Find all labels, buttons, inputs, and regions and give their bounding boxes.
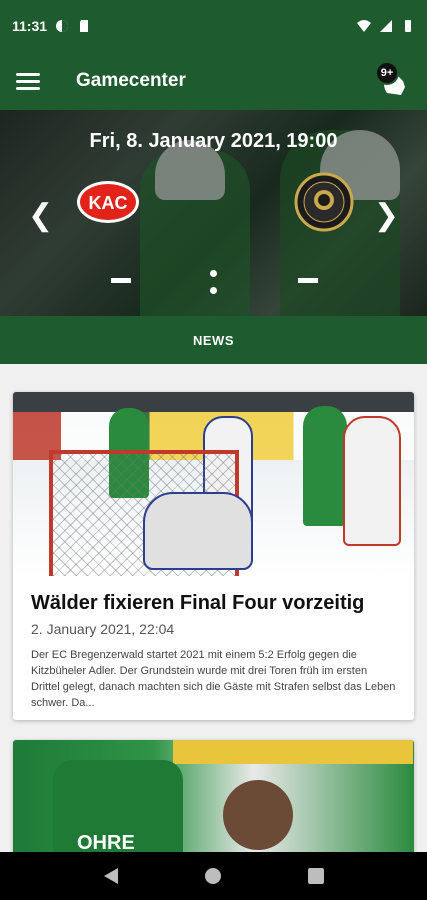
home-icon[interactable] xyxy=(201,864,225,888)
news-card[interactable]: OHRE xyxy=(13,740,414,852)
news-feed[interactable]: Wälder fixieren Final Four vorzeitig 2. … xyxy=(0,364,427,852)
previous-game-chevron-icon[interactable]: ❮ xyxy=(28,198,53,233)
jersey-sponsor-text: OHRE xyxy=(77,832,135,852)
recents-icon[interactable] xyxy=(304,864,328,888)
signal-icon xyxy=(380,20,392,32)
home-team-logo-text: KAC xyxy=(89,193,128,213)
news-image: OHRE xyxy=(13,740,414,852)
battery-icon xyxy=(405,20,411,32)
page-title: Gamecenter xyxy=(76,70,186,91)
news-title: Wälder fixieren Final Four vorzeitig xyxy=(31,592,365,614)
news-date: 2. January 2021, 22:04 xyxy=(31,621,175,637)
tab-news[interactable]: NEWS xyxy=(0,316,427,364)
hamburger-menu-icon[interactable] xyxy=(16,69,40,93)
notification-badge: 9+ xyxy=(375,61,399,85)
game-header: Fri, 8. January 2021, 19:00 ❮ ❯ KAC xyxy=(0,110,427,316)
status-bar: 11:31 xyxy=(0,0,427,52)
news-card[interactable]: Wälder fixieren Final Four vorzeitig 2. … xyxy=(13,392,414,720)
back-icon[interactable] xyxy=(99,864,123,888)
home-score xyxy=(111,278,131,283)
wifi-icon xyxy=(357,20,371,32)
score-separator xyxy=(210,270,217,304)
news-excerpt: Der EC Bregenzerwald startet 2021 mit ei… xyxy=(31,649,396,709)
away-team-logo[interactable] xyxy=(292,170,356,234)
game-date: Fri, 8. January 2021, 19:00 xyxy=(89,130,338,152)
sd-card-icon xyxy=(80,20,89,32)
notifications-button[interactable]: 9+ xyxy=(375,61,411,99)
data-saver-icon xyxy=(56,20,69,32)
news-image xyxy=(13,392,414,578)
app-bar: Gamecenter 9+ xyxy=(0,52,427,110)
away-score xyxy=(298,278,318,283)
next-game-chevron-icon[interactable]: ❯ xyxy=(374,198,399,233)
system-nav-bar xyxy=(0,852,427,900)
home-team-logo[interactable]: KAC xyxy=(76,170,140,234)
status-time: 11:31 xyxy=(12,18,48,34)
tab-news-label: NEWS xyxy=(193,332,234,348)
